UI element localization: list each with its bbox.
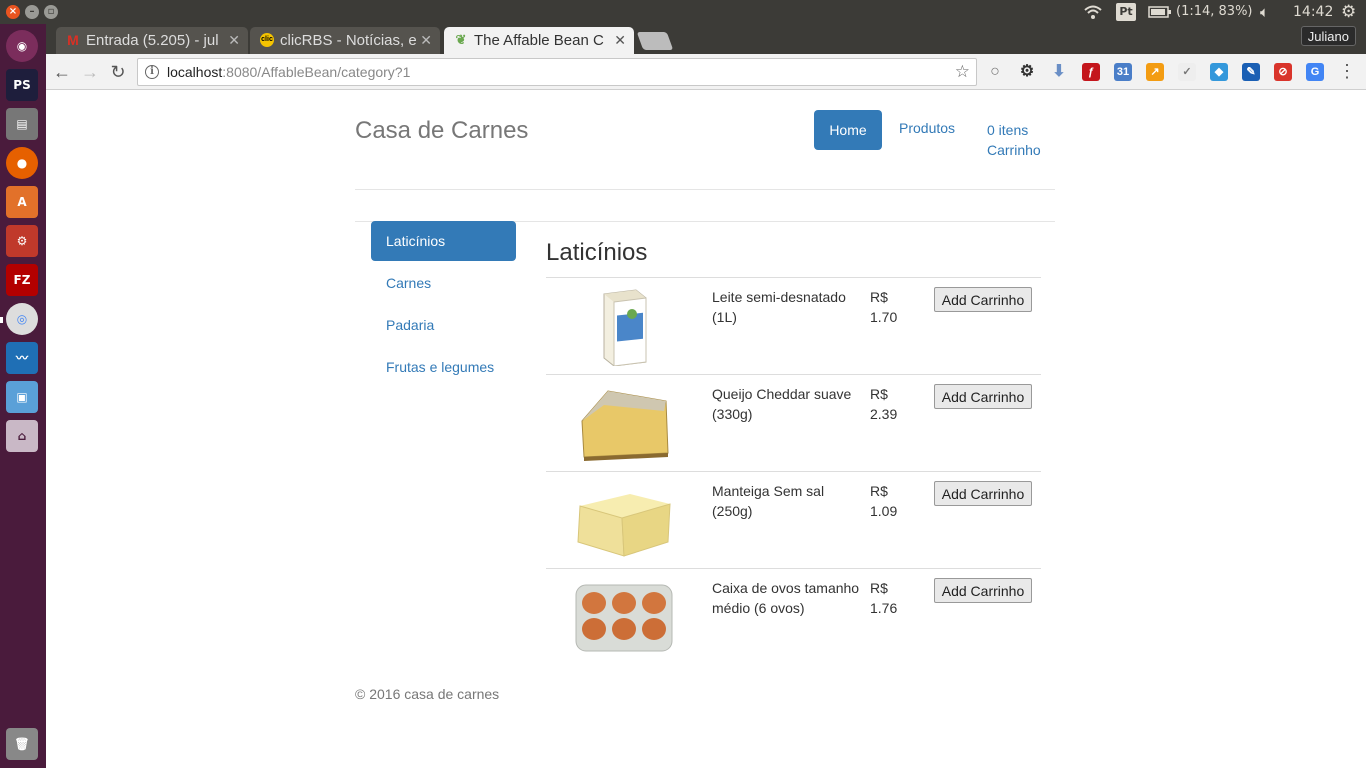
tab-label: Entrada (5.205) - jul [86, 32, 219, 49]
menu-dots-icon[interactable]: ⋮ [1338, 61, 1356, 82]
category-nav: Laticínios Carnes Padaria Frutas e legum… [371, 221, 516, 389]
egg-carton-image [575, 584, 673, 652]
product-row: Manteiga Sem sal (250g) R$ 1.09 Add Carri… [546, 471, 1041, 568]
page-footer: © 2016 casa de carnes [355, 686, 500, 702]
files-icon[interactable]: ▤ [6, 108, 38, 140]
ubuntu-dash-icon[interactable]: ◉ [6, 30, 38, 62]
milk-carton-image [603, 289, 647, 366]
extension-gear-icon[interactable]: ⚙ [1018, 63, 1036, 81]
download-arrow-icon[interactable]: ⬇ [1050, 63, 1068, 81]
product-row: Leite semi-desnatado (1L) R$ 1.70 Add Car… [546, 277, 1041, 374]
new-tab-button[interactable] [636, 32, 674, 50]
category-title: Laticínios [546, 239, 648, 266]
bookmark-star-icon[interactable]: ☆ [955, 62, 970, 82]
clock[interactable]: 14:42 [1293, 0, 1333, 24]
product-name: Manteiga Sem sal (250g) [712, 483, 825, 519]
flash-icon[interactable]: ƒ [1082, 63, 1100, 81]
extension-check-icon[interactable]: ✓ [1178, 63, 1196, 81]
gmail-icon: M [67, 32, 79, 48]
divider [355, 189, 1055, 190]
tab-clicrbs[interactable]: clic clicRBS - Notícias, e ✕ [250, 27, 440, 54]
site-brand[interactable]: Casa de Carnes [355, 117, 528, 145]
phpstorm-icon[interactable]: PS [6, 69, 38, 101]
page-viewport: Casa de Carnes Home Produtos 0 itens Car… [46, 90, 1366, 768]
product-name: Caixa de ovos tamanho médio (6 ovos) [712, 580, 860, 616]
address-bar[interactable]: i localhost:8080/AffableBean/category?1 … [137, 58, 977, 86]
extension-circle-icon[interactable]: ○ [986, 63, 1004, 81]
battery-icon[interactable] [1148, 6, 1172, 18]
product-price: R$ 2.39 [870, 386, 898, 422]
tab-gmail[interactable]: M Entrada (5.205) - jul ✕ [56, 27, 248, 54]
system-settings-icon[interactable]: ⚙ [6, 225, 38, 257]
nav-home-link[interactable]: Home [814, 110, 882, 150]
forward-icon[interactable]: → [78, 60, 102, 84]
product-row: Caixa de ovos tamanho médio (6 ovos) R$ 1… [546, 568, 1041, 665]
tab-label: The Affable Bean C [474, 32, 604, 49]
cart-label: Carrinho [987, 142, 1041, 158]
filezilla-icon[interactable]: FZ [6, 264, 38, 296]
calendar-icon[interactable]: 31 [1114, 63, 1132, 81]
unity-launcher: ◉ PS ▤ ● A ⚙ FZ ◎ 〰 ▣ ⌂ 🗑︎ [0, 24, 46, 768]
clic-icon: clic [260, 33, 274, 47]
wifi-icon[interactable] [1083, 4, 1103, 20]
product-price: R$ 1.09 [870, 483, 898, 519]
nav-produtos-link[interactable]: Produtos [899, 120, 955, 136]
settings-gear-icon[interactable]: ⚙ [1341, 0, 1356, 24]
window-minimize-icon[interactable]: – [25, 5, 39, 19]
url-text[interactable]: localhost:8080/AffableBean/category?1 [167, 64, 410, 80]
top-panel: × – ▫ Pt (1:14, 83%) 🔈︎ 14:42 ⚙ [0, 0, 1366, 24]
category-frutas-legumes[interactable]: Frutas e legumes [371, 347, 516, 387]
extension-red-icon[interactable]: ⊘ [1274, 63, 1292, 81]
close-icon[interactable]: ✕ [614, 27, 626, 54]
category-padaria[interactable]: Padaria [371, 305, 516, 345]
category-laticinios[interactable]: Laticínios [371, 221, 516, 261]
volume-icon[interactable]: 🔈︎ [1260, 0, 1269, 24]
add-to-cart-button[interactable]: Add Carrinho [934, 578, 1032, 603]
firefox-icon[interactable]: ● [6, 147, 38, 179]
browser-toolbar: ← → ↻ i localhost:8080/AffableBean/categ… [46, 54, 1366, 90]
cart-count: 0 itens [987, 122, 1029, 138]
translate-icon[interactable]: G [1306, 63, 1324, 81]
product-name: Leite semi-desnatado (1L) [712, 289, 846, 325]
nav-cart-link[interactable]: 0 itens Carrinho [987, 120, 1041, 160]
product-price: R$ 1.70 [870, 289, 898, 325]
close-icon[interactable]: ✕ [420, 27, 432, 54]
workspace-switcher-icon[interactable]: ⌂ [6, 420, 38, 452]
reload-icon[interactable]: ↻ [106, 60, 130, 84]
product-list: Leite semi-desnatado (1L) R$ 1.70 Add Car… [546, 277, 1041, 665]
cheese-wedge-image [581, 390, 669, 461]
analytics-icon[interactable]: ↗ [1146, 63, 1164, 81]
affable-bean-icon: ❦ [455, 32, 467, 47]
window-maximize-icon[interactable]: ▫ [44, 5, 58, 19]
close-icon[interactable]: ✕ [228, 27, 240, 54]
add-to-cart-button[interactable]: Add Carrinho [934, 384, 1032, 409]
running-indicator [0, 317, 3, 323]
product-price: R$ 1.76 [870, 580, 898, 616]
info-icon[interactable]: i [145, 65, 159, 79]
keyboard-layout-indicator[interactable]: Pt [1116, 3, 1136, 21]
profile-badge[interactable]: Juliano [1300, 26, 1356, 46]
window-close-icon[interactable]: × [6, 5, 20, 19]
extension-pencil-icon[interactable]: ✎ [1242, 63, 1260, 81]
tab-label: clicRBS - Notícias, e [280, 32, 417, 49]
back-icon[interactable]: ← [50, 60, 74, 84]
system-monitor-icon[interactable]: 〰 [6, 342, 38, 374]
extension-blue-icon[interactable]: ◆ [1210, 63, 1228, 81]
product-row: Queijo Cheddar suave (330g) R$ 2.39 Add C… [546, 374, 1041, 471]
add-to-cart-button[interactable]: Add Carrinho [934, 287, 1032, 312]
tab-affable-bean[interactable]: ❦ The Affable Bean C ✕ [444, 27, 634, 54]
trash-icon[interactable]: 🗑︎ [6, 728, 38, 760]
battery-status[interactable]: (1:14, 83%) [1176, 0, 1253, 24]
category-carnes[interactable]: Carnes [371, 263, 516, 303]
chrome-icon[interactable]: ◎ [6, 303, 38, 335]
software-center-icon[interactable]: A [6, 186, 38, 218]
tab-strip: M Entrada (5.205) - jul ✕ clic clicRBS -… [46, 24, 1366, 54]
add-to-cart-button[interactable]: Add Carrinho [934, 481, 1032, 506]
virtualbox-icon[interactable]: ▣ [6, 381, 38, 413]
butter-block-image [577, 494, 671, 557]
product-name: Queijo Cheddar suave (330g) [712, 386, 852, 422]
